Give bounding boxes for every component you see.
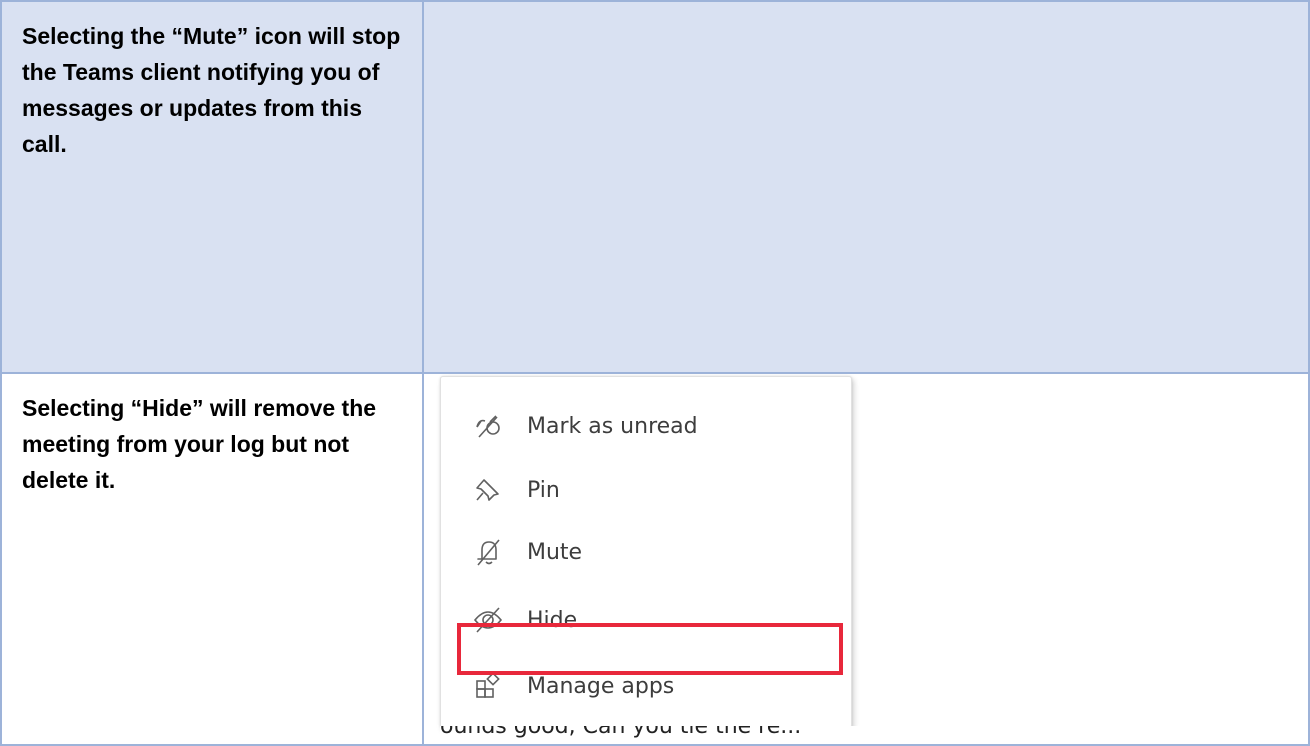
teams-screenshot: Mark as unread Pin Mute Hide Manage apps… xyxy=(425,375,1307,743)
chat-preview-fragment: ounds good, Can you tie the re... xyxy=(440,726,860,743)
screenshot-cell-empty xyxy=(422,0,1310,374)
menu-item-label: Mute xyxy=(527,539,583,565)
menu-item-label: Mark as unread xyxy=(527,413,698,439)
instruction-cell: Selecting “Hide” will remove the meeting… xyxy=(0,372,424,746)
pin-icon xyxy=(473,475,503,505)
instruction-cell: Selecting the “Mute” icon will stop the … xyxy=(0,0,424,374)
menu-item-label: Manage apps xyxy=(527,673,675,699)
menu-item-mark-as-unread[interactable]: Mark as unread xyxy=(441,399,851,453)
mark-unread-icon xyxy=(473,411,503,441)
mute-instruction-text: Selecting the “Mute” icon will stop the … xyxy=(22,23,401,157)
hide-highlight-box xyxy=(457,623,843,675)
table-row: Selecting the “Mute” icon will stop the … xyxy=(0,0,1310,374)
bell-off-icon xyxy=(473,537,503,567)
hide-instruction-text: Selecting “Hide” will remove the meeting… xyxy=(22,395,377,493)
menu-item-mute[interactable]: Mute xyxy=(441,525,851,579)
instruction-table: Selecting the “Mute” icon will stop the … xyxy=(0,0,1310,746)
apps-icon xyxy=(473,671,503,701)
table-row: Selecting “Hide” will remove the meeting… xyxy=(0,372,1310,746)
screenshot-cell: Mark as unread Pin Mute Hide Manage apps… xyxy=(422,372,1310,746)
menu-item-label: Pin xyxy=(527,477,560,503)
context-menu: Mark as unread Pin Mute Hide Manage apps xyxy=(440,376,852,728)
chat-preview-text: ounds good, Can you tie the re... xyxy=(440,726,802,739)
menu-item-pin[interactable]: Pin xyxy=(441,463,851,517)
